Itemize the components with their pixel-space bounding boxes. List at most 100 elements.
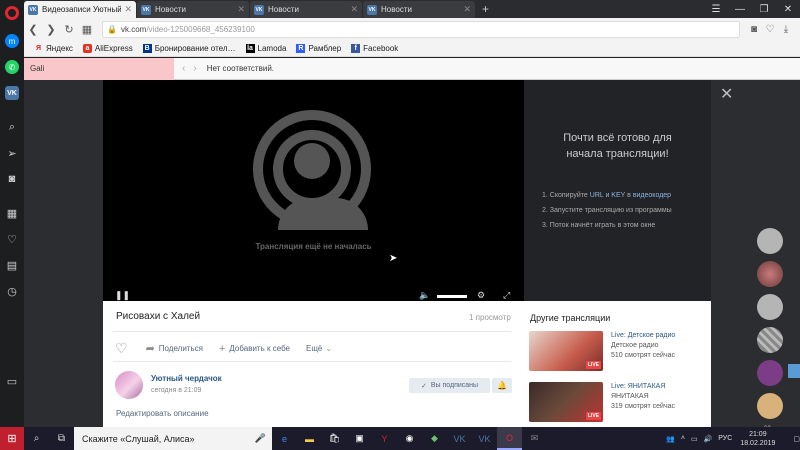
tab-news[interactable]: VK Новости ✕ [363, 1, 475, 18]
avatar[interactable] [757, 393, 783, 419]
avatar[interactable] [757, 228, 783, 254]
fullscreen-icon[interactable]: ⤢ [503, 290, 510, 301]
list-item[interactable]: LIVE Live: ЯНИТАКАЯ ЯНИТАКАЯ 319 смотрят… [529, 382, 675, 422]
find-prev-icon[interactable]: ‹ [182, 63, 185, 74]
avatar[interactable] [757, 327, 783, 353]
more-button[interactable]: Ещё ⌄ [306, 344, 332, 353]
avatar[interactable] [115, 371, 143, 399]
find-input[interactable]: Gali [24, 57, 174, 80]
back-icon[interactable]: ❮ [24, 23, 42, 36]
menu-icon[interactable]: ☰ [704, 0, 728, 18]
stream-channel[interactable]: ЯНИТАКАЯ [611, 392, 675, 402]
extensions-icon[interactable]: ▭ [5, 374, 19, 388]
avatar[interactable] [757, 360, 783, 386]
history-icon[interactable]: ◷ [5, 284, 19, 298]
avatar[interactable] [757, 294, 783, 320]
bookmark-rambler[interactable]: R Рамблер [296, 43, 341, 53]
notifications-icon[interactable]: ▢ [793, 435, 800, 443]
game-icon[interactable]: ◆ [422, 427, 447, 450]
notifications-button[interactable]: 🔔 [492, 378, 512, 393]
vk-app-icon[interactable]: VK [447, 427, 472, 450]
bookmark-booking[interactable]: B Бронирование отел… [142, 43, 236, 53]
volume-icon[interactable]: 🔊 [704, 435, 713, 443]
speed-dial-icon[interactable]: ▦ [5, 206, 19, 220]
bookmark-yandex[interactable]: Я Яндекс [34, 44, 73, 53]
close-tab-icon[interactable]: ✕ [237, 4, 245, 15]
stream-title[interactable]: Live: Детское радио [611, 331, 675, 341]
yandex-browser-icon[interactable]: Y [372, 427, 397, 450]
heart-icon[interactable]: ♡ [5, 232, 19, 246]
chat-toggle-icon[interactable] [788, 364, 800, 378]
file-explorer-icon[interactable]: ▬ [297, 427, 322, 450]
messenger-icon[interactable]: m [5, 34, 19, 48]
start-button[interactable]: ⊞ [0, 427, 24, 450]
system-tray: 👥 ˄ ▭ 🔊 РУС 21:09 18.02.2019 ▢ [660, 427, 800, 450]
task-view-icon[interactable]: ⧉ [49, 427, 74, 450]
close-tab-icon[interactable]: ✕ [463, 4, 471, 15]
heart-icon[interactable]: ♡ [762, 24, 778, 35]
opera-logo-icon[interactable] [5, 6, 19, 20]
camera-icon[interactable]: ◙ [5, 172, 19, 186]
obs-icon[interactable]: ◉ [397, 427, 422, 450]
volume-slider[interactable] [437, 295, 467, 298]
tab-news[interactable]: VK Новости ✕ [250, 1, 362, 18]
people-icon[interactable]: 👥 [666, 435, 675, 443]
search-icon[interactable]: ⌕ [24, 427, 49, 450]
channel-name[interactable]: Уютный чердачок [151, 374, 222, 383]
vk-app-icon[interactable]: VK [472, 427, 497, 450]
microphone-icon[interactable]: 🎤 [255, 433, 266, 444]
url-field[interactable]: 🔒 vk.com /video-125009668_456239100 [102, 20, 740, 38]
whatsapp-icon[interactable]: ✆ [5, 60, 19, 74]
media-icon[interactable]: ▣ [347, 427, 372, 450]
stream-channel[interactable]: Детское радио [611, 341, 675, 351]
stream-title[interactable]: Live: ЯНИТАКАЯ [611, 382, 675, 392]
volume-icon[interactable]: 🔈 [419, 290, 430, 301]
news-icon[interactable]: ▤ [5, 258, 19, 272]
close-icon[interactable]: ✕ [720, 84, 733, 104]
new-tab-button[interactable]: + [476, 1, 495, 18]
subscribed-button[interactable]: ✓ Вы подписаны [409, 378, 490, 393]
store-icon[interactable]: 🛍 [322, 427, 347, 450]
close-tab-icon[interactable]: ✕ [350, 4, 358, 15]
find-next-icon[interactable]: › [193, 63, 196, 74]
tab-title: Новости [381, 5, 412, 14]
reload-icon[interactable]: ↻ [60, 23, 78, 36]
search-icon[interactable]: ⌕ [5, 120, 19, 134]
pause-icon[interactable]: ❚❚ [115, 290, 130, 301]
camera-icon[interactable]: ◙ [746, 24, 762, 35]
maximize-icon[interactable]: ❐ [752, 0, 776, 18]
like-icon[interactable]: ♡ [115, 340, 128, 357]
bookmark-aliexpress[interactable]: a AliExpress [82, 43, 133, 53]
stream-thumbnail[interactable]: LIVE [529, 382, 603, 422]
close-tab-icon[interactable]: ✕ [124, 4, 132, 15]
forward-icon[interactable]: ❯ [42, 23, 60, 36]
share-button[interactable]: ➦ Поделиться [146, 342, 203, 355]
add-to-my-videos-button[interactable]: + Добавить к себе [219, 343, 290, 355]
edit-description-link[interactable]: Редактировать описание [116, 409, 209, 418]
edge-icon[interactable]: e [272, 427, 297, 450]
send-icon[interactable]: ➢ [5, 146, 19, 160]
avatar[interactable] [757, 261, 783, 287]
vk-icon[interactable]: VK [5, 86, 19, 100]
booking-icon: B [142, 43, 152, 53]
speed-dial-grid-icon[interactable]: ▦ [78, 23, 96, 36]
close-window-icon[interactable]: ✕ [776, 0, 800, 18]
video-player[interactable]: Трансляция ещё не началась ➤ ❚❚ 🔈 ⚙ ⤢ [103, 80, 524, 301]
chat-app-icon[interactable]: ✉ [522, 427, 547, 450]
chevron-up-icon[interactable]: ˄ [681, 435, 685, 442]
opera-taskbar-icon[interactable]: O [497, 427, 522, 450]
download-icon[interactable]: ⤓ [778, 24, 794, 35]
clock[interactable]: 21:09 18.02.2019 [740, 430, 775, 448]
alice-search-box[interactable]: Скажите «Слушай, Алиса» 🎤 [74, 427, 272, 450]
list-item[interactable]: LIVE Live: Детское радио Детское радио 5… [529, 331, 675, 371]
tab-news[interactable]: VK Новости ✕ [137, 1, 249, 18]
bookmark-facebook[interactable]: f Facebook [351, 43, 398, 53]
network-icon[interactable]: ▭ [691, 435, 698, 443]
videocoder-link[interactable]: видеокодер [633, 192, 671, 199]
settings-icon[interactable]: ⚙ [477, 290, 485, 301]
stream-thumbnail[interactable]: LIVE [529, 331, 603, 371]
language-indicator[interactable]: РУС [718, 435, 732, 442]
tab-video[interactable]: VK Видеозаписи Уютный чер… ✕ [24, 1, 136, 18]
minimize-icon[interactable]: — [728, 0, 752, 18]
bookmark-lamoda[interactable]: la Lamoda [245, 43, 286, 53]
